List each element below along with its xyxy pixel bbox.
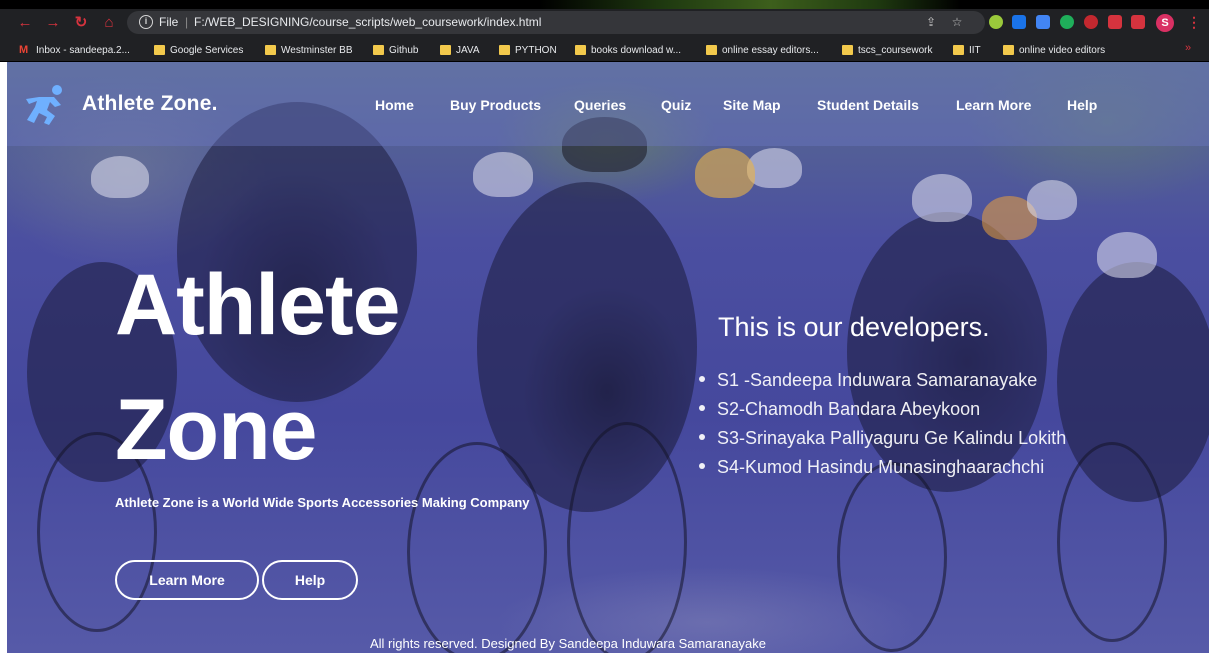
- url-text[interactable]: F:/WEB_DESIGNING/course_scripts/web_cour…: [194, 15, 541, 29]
- bookmark-online-essay-editors[interactable]: online essay editors...: [706, 43, 819, 57]
- url-separator: |: [185, 15, 189, 29]
- folder-icon: [373, 45, 384, 55]
- bookmark-java[interactable]: JAVA: [440, 43, 480, 57]
- bookmark-books-download[interactable]: books download w...: [575, 43, 681, 57]
- nav-buy-products[interactable]: Buy Products: [450, 97, 541, 113]
- browser-toolbar: ← → ↻ ⌂ i File | F:/WEB_DESIGNING/course…: [0, 9, 1209, 37]
- hero-description: Athlete Zone is a World Wide Sports Acce…: [115, 495, 530, 510]
- bookmark-inbox[interactable]: M Inbox - sandeepa.2...: [19, 43, 130, 57]
- bullet-icon: [699, 405, 705, 411]
- developer-item: S4-Kumod Hasindu Munasinghaarachchi: [697, 457, 1066, 486]
- learn-more-button[interactable]: Learn More: [115, 560, 259, 600]
- bullet-icon: [699, 376, 705, 382]
- developer-item: S2-Chamodh Bandara Abeykoon: [697, 399, 1066, 428]
- folder-icon: [499, 45, 510, 55]
- folder-icon: [265, 45, 276, 55]
- hero-title-line2: Zone: [115, 382, 317, 478]
- nav-learn-more[interactable]: Learn More: [956, 97, 1031, 113]
- web-page: Athlete Zone. Home Buy Products Queries …: [7, 62, 1209, 653]
- folder-icon: [842, 45, 853, 55]
- nav-quiz[interactable]: Quiz: [661, 97, 691, 113]
- folder-icon: [440, 45, 451, 55]
- folder-icon: [575, 45, 586, 55]
- extensions-puzzle-icon[interactable]: [1131, 15, 1145, 29]
- extension-grammarly-icon[interactable]: [1060, 15, 1074, 29]
- bookmarks-bar: M Inbox - sandeepa.2... Google Services …: [0, 37, 1209, 62]
- help-button[interactable]: Help: [262, 560, 358, 600]
- bookmark-tscs-coursework[interactable]: tscs_coursework: [842, 43, 932, 57]
- developer-item: S1 -Sandeepa Induwara Samaranayake: [697, 370, 1066, 399]
- extension-blue-icon[interactable]: [1036, 15, 1050, 29]
- extension-zoom-icon[interactable]: [1012, 15, 1026, 29]
- bullet-icon: [699, 434, 705, 440]
- folder-icon: [154, 45, 165, 55]
- extension-sidepanel-icon[interactable]: [1108, 15, 1122, 29]
- hero-title-line1: Athlete: [115, 257, 400, 353]
- reload-icon[interactable]: ↻: [70, 12, 92, 34]
- bookmark-google-services[interactable]: Google Services: [154, 43, 243, 57]
- bookmark-python[interactable]: PYTHON: [499, 43, 557, 57]
- brand-title[interactable]: Athlete Zone.: [82, 92, 218, 116]
- bookmark-iit[interactable]: IIT: [953, 43, 981, 57]
- info-icon[interactable]: i: [139, 15, 153, 29]
- address-bar[interactable]: i File | F:/WEB_DESIGNING/course_scripts…: [127, 11, 985, 34]
- site-header: Athlete Zone. Home Buy Products Queries …: [7, 62, 1209, 146]
- gmail-icon: M: [19, 44, 29, 56]
- more-bookmarks-icon[interactable]: »: [1185, 42, 1191, 54]
- extension-red-icon[interactable]: [1084, 15, 1098, 29]
- bookmark-star-icon[interactable]: ☆: [950, 15, 964, 29]
- back-arrow-icon[interactable]: ←: [14, 12, 36, 34]
- footer-text: All rights reserved. Designed By Sandeep…: [370, 636, 767, 651]
- bookmark-westminster-bb[interactable]: Westminster BB: [265, 43, 353, 57]
- nav-home[interactable]: Home: [375, 97, 414, 113]
- menu-kebab-icon[interactable]: ⋮: [1187, 13, 1201, 31]
- folder-icon: [1003, 45, 1014, 55]
- forward-arrow-icon[interactable]: →: [42, 12, 64, 34]
- nav-site-map[interactable]: Site Map: [723, 97, 781, 113]
- tab-strip: [0, 0, 1209, 9]
- bookmark-online-video-editors[interactable]: online video editors: [1003, 43, 1105, 57]
- home-icon[interactable]: ⌂: [98, 12, 120, 34]
- developers-list: S1 -Sandeepa Induwara Samaranayake S2-Ch…: [697, 370, 1066, 486]
- developer-item: S3-Srinayaka Palliyaguru Ge Kalindu Loki…: [697, 428, 1066, 457]
- nav-queries[interactable]: Queries: [574, 97, 626, 113]
- developers-title: This is our developers.: [718, 312, 990, 342]
- bookmark-github[interactable]: Github: [373, 43, 418, 57]
- extension-green-icon[interactable]: [989, 15, 1003, 29]
- runner-logo-icon[interactable]: [21, 83, 71, 127]
- folder-icon: [706, 45, 717, 55]
- bullet-icon: [699, 463, 705, 469]
- browser-chrome: ← → ↻ ⌂ i File | F:/WEB_DESIGNING/course…: [0, 0, 1209, 62]
- nav-student-details[interactable]: Student Details: [817, 97, 919, 113]
- profile-avatar[interactable]: S: [1156, 14, 1174, 32]
- url-scheme: File: [159, 15, 179, 29]
- share-icon[interactable]: ⇪: [924, 15, 938, 29]
- nav-help[interactable]: Help: [1067, 97, 1097, 113]
- folder-icon: [953, 45, 964, 55]
